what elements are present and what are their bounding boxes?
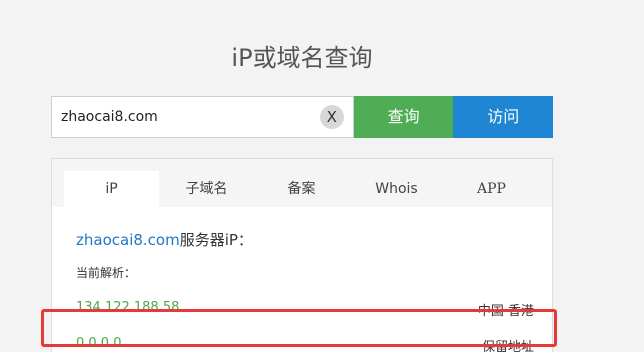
- highlight-box: [41, 309, 557, 347]
- clear-button[interactable]: X: [319, 105, 344, 129]
- tab-ip[interactable]: iP: [64, 171, 159, 207]
- tab-bar: iP 子域名 备案 Whois APP: [52, 159, 552, 207]
- search-box: X: [51, 96, 354, 138]
- page-title: iP或域名查询: [231, 44, 373, 72]
- domain-link[interactable]: zhaocai8.com: [76, 231, 180, 249]
- server-ip-label: 服务器iP：: [179, 231, 253, 249]
- search-input[interactable]: [52, 101, 313, 133]
- tab-whois[interactable]: Whois: [349, 171, 444, 207]
- search-bar: X 查询 访问: [51, 96, 554, 138]
- query-button[interactable]: 查询: [353, 96, 454, 138]
- tab-app[interactable]: APP: [444, 171, 539, 207]
- visit-button[interactable]: 访问: [453, 96, 554, 138]
- server-ip-heading: zhaocai8.com服务器iP：: [76, 229, 534, 250]
- tab-subdomain[interactable]: 子域名: [159, 171, 254, 207]
- current-resolution-label: 当前解析：: [76, 266, 137, 280]
- page: iP或域名查询 X 查询 访问 iP 子域名 备案 Whois APP zhao…: [0, 0, 644, 352]
- tab-icp[interactable]: 备案: [254, 171, 349, 207]
